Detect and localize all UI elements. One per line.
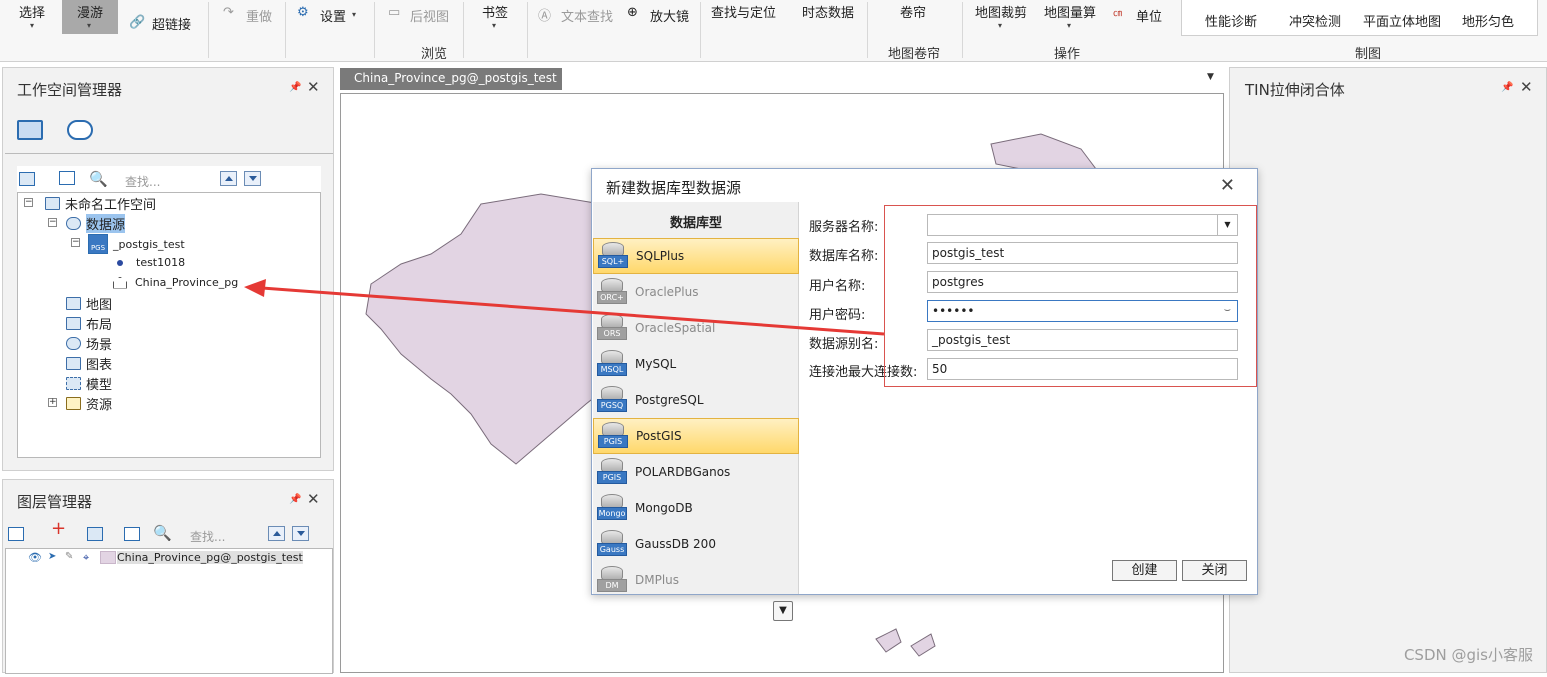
watermark: CSDN @gis小客服 (1403, 646, 1533, 664)
annotation-arrow (244, 279, 885, 336)
